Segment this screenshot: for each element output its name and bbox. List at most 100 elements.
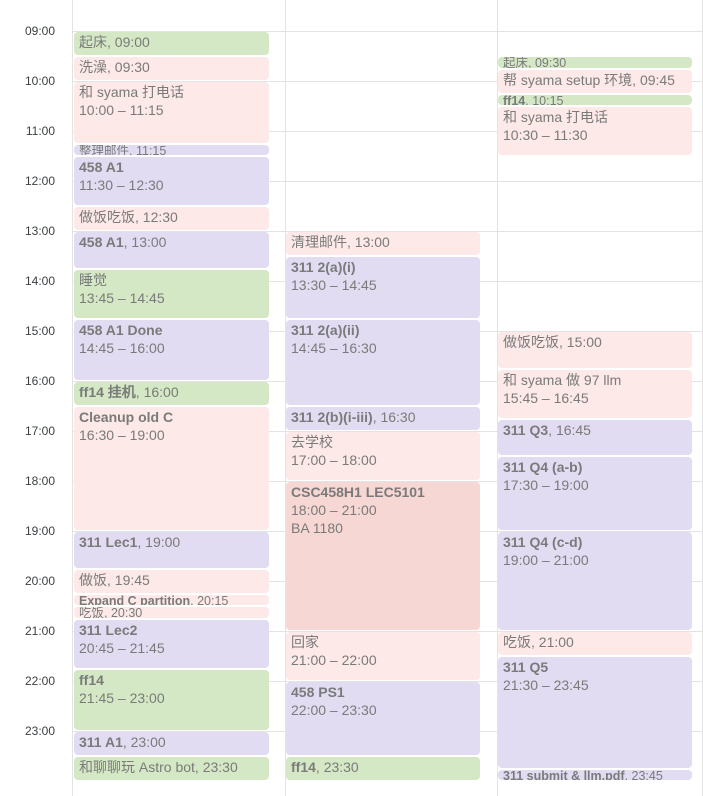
calendar-event[interactable]: 311 A1, 23:00	[74, 732, 269, 755]
event-time: 23:30	[323, 759, 359, 775]
event-title: 睡觉	[79, 271, 107, 288]
hour-label: 16:00	[24, 374, 55, 388]
event-title: 清理邮件	[291, 234, 347, 250]
calendar-event[interactable]: 458 A1, 13:00	[74, 232, 269, 268]
event-title: 吃饭	[79, 607, 105, 618]
calendar-event[interactable]: 去学校 17:00 – 18:00	[286, 432, 480, 480]
calendar-event[interactable]: 458 PS1 22:00 – 23:30	[286, 682, 480, 755]
event-time: 09:00	[114, 34, 150, 50]
calendar-event[interactable]: 吃饭, 20:30	[74, 607, 269, 618]
event-title: 311 submit & llm.pdf	[503, 769, 625, 781]
calendar-event[interactable]: 311 Lec2 20:45 – 21:45	[74, 619, 269, 668]
event-time: 10:15	[532, 94, 564, 106]
day-column-divider	[72, 0, 73, 796]
event-time: 19:45	[114, 571, 150, 588]
hour-label: 23:00	[24, 724, 55, 738]
event-title: 去学校	[291, 434, 333, 450]
event-title: 458 A1 Done	[79, 321, 163, 338]
event-time: 17:30 – 19:00	[503, 477, 589, 493]
event-title: 和聊聊玩 Astro bot	[79, 759, 195, 775]
calendar-event[interactable]: CSC458H1 LEC5101 18:00 – 21:00 BA 1180	[286, 482, 480, 630]
event-time: 21:45 – 23:00	[79, 689, 165, 706]
calendar-event[interactable]: 吃饭, 21:00	[498, 632, 692, 655]
calendar-event[interactable]: 和 syama 打电话 10:30 – 11:30	[498, 107, 692, 155]
event-separator: ,	[107, 59, 115, 75]
calendar-event[interactable]: 做饭, 19:45	[74, 569, 269, 593]
event-separator: ,	[315, 759, 324, 775]
calendar-event[interactable]: 整理邮件, 11:15	[74, 144, 269, 156]
calendar-event[interactable]: 和 syama 打电话 10:00 – 11:15	[74, 82, 269, 143]
event-time: 20:30	[110, 607, 143, 618]
calendar-event[interactable]: 回家 21:00 – 22:00	[286, 632, 480, 680]
calendar-event[interactable]: 和 syama 做 97 llm 15:45 – 16:45	[498, 369, 692, 418]
event-separator: ,	[624, 769, 632, 781]
event-separator: ,	[107, 34, 115, 50]
event-separator: ,	[347, 234, 355, 250]
calendar-event[interactable]: 311 submit & llm.pdf, 23:45	[498, 769, 692, 781]
calendar-event[interactable]: 洗澡, 09:30	[74, 57, 269, 80]
calendar-event[interactable]: 458 A1 11:30 – 12:30	[74, 157, 269, 205]
event-time: 10:30 – 11:30	[503, 127, 588, 143]
event-title: 起床	[503, 57, 529, 68]
event-time: 14:45 – 16:30	[291, 339, 377, 356]
event-separator: ,	[548, 421, 556, 438]
calendar-event[interactable]: 帮 syama setup 环境, 09:45	[498, 69, 692, 93]
calendar-event[interactable]: ff14 21:45 – 23:00	[74, 669, 269, 730]
calendar-event[interactable]: 311 Q4 (c-d) 19:00 – 21:00	[498, 532, 692, 630]
calendar-event[interactable]: ff14, 23:30	[286, 757, 480, 780]
calendar-event[interactable]: 458 A1 Done 14:45 – 16:00	[74, 319, 269, 380]
event-title: 311 Lec2	[79, 621, 138, 638]
event-time: 16:30 – 19:00	[79, 427, 165, 443]
event-time: 15:45 – 16:45	[503, 389, 589, 406]
event-title: Expand C partition	[79, 594, 191, 606]
event-title: 311 Q4 (c-d)	[503, 534, 583, 550]
calendar-event[interactable]: 和聊聊玩 Astro bot, 23:30	[74, 757, 269, 780]
event-title: ff14	[79, 671, 104, 688]
event-separator: ,	[528, 57, 535, 68]
event-time: 09:45	[639, 71, 675, 88]
event-time: 11:15	[135, 144, 167, 156]
calendar-event[interactable]: 睡觉 13:45 – 14:45	[74, 269, 269, 318]
event-time: 18:00 – 21:00	[291, 502, 377, 518]
calendar-event[interactable]: ff14, 10:15	[498, 94, 692, 106]
hour-label: 17:00	[24, 424, 55, 438]
hour-label: 11:00	[25, 124, 55, 138]
calendar-event[interactable]: 311 Q3, 16:45	[498, 419, 692, 455]
hour-label: 22:00	[24, 674, 55, 688]
calendar-event[interactable]: 311 2(b)(i-iii), 16:30	[286, 407, 480, 430]
event-time: 21:00	[538, 634, 574, 650]
calendar-event[interactable]: 311 2(a)(ii) 14:45 – 16:30	[286, 319, 480, 405]
event-title: 洗澡	[79, 59, 107, 75]
calendar-event[interactable]: 清理邮件, 13:00	[286, 232, 480, 255]
event-title: ff14	[503, 94, 526, 106]
calendar-event[interactable]: ff14 挂机, 16:00	[74, 382, 269, 405]
event-title: ff14 挂机	[79, 384, 136, 400]
calendar-event[interactable]: 做饭吃饭, 15:00	[498, 332, 692, 368]
calendar-event[interactable]: Expand C partition, 20:15	[74, 594, 269, 606]
event-title: 311 Q4 (a-b)	[503, 459, 583, 475]
event-separator: ,	[194, 759, 203, 775]
calendar-event[interactable]: 311 2(a)(i) 13:30 – 14:45	[286, 257, 480, 318]
event-title: 做饭	[79, 571, 107, 588]
calendar-event[interactable]: 做饭吃饭, 12:30	[74, 207, 269, 230]
event-time: 21:30 – 23:45	[503, 677, 589, 693]
event-time: 21:00 – 22:00	[291, 652, 377, 668]
event-title: 311 Lec1	[79, 534, 138, 550]
event-time: 19:00	[145, 534, 181, 550]
calendar-event[interactable]: 311 Q5 21:30 – 23:45	[498, 657, 692, 768]
event-time: 20:15	[197, 594, 229, 606]
calendar-event[interactable]: 起床, 09:00	[74, 32, 269, 55]
calendar-event[interactable]: Cleanup old C 16:30 – 19:00	[74, 407, 269, 530]
calendar-event[interactable]: 311 Q4 (a-b) 17:30 – 19:00	[498, 457, 692, 530]
event-time: 09:30	[534, 57, 567, 68]
calendar-event[interactable]: 起床, 09:30	[498, 57, 692, 68]
event-time: 13:45 – 14:45	[79, 289, 165, 306]
calendar-event[interactable]: 311 Lec1, 19:00	[74, 532, 269, 568]
event-time: 22:00 – 23:30	[291, 702, 377, 718]
event-title: 458 PS1	[291, 684, 345, 700]
event-title: 做饭吃饭	[79, 209, 135, 225]
event-separator: ,	[135, 209, 143, 225]
hour-label: 10:00	[24, 74, 55, 88]
event-time: 15:00	[566, 334, 602, 350]
event-title: 做饭吃饭	[503, 334, 559, 350]
